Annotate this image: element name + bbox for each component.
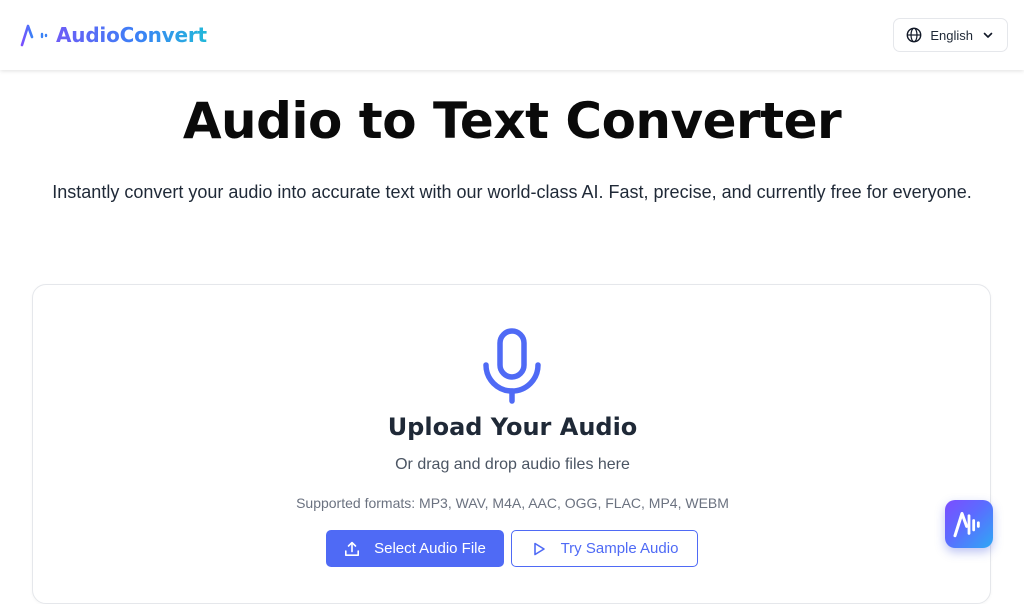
audio-waveform-logo-icon — [953, 511, 980, 538]
language-selector[interactable]: English — [893, 18, 1008, 52]
upload-dropzone[interactable]: Upload Your Audio Or drag and drop audio… — [32, 284, 991, 604]
page-subtitle: Instantly convert your audio into accura… — [52, 182, 972, 202]
select-audio-file-label: Select Audio File — [374, 540, 486, 557]
drag-drop-hint: Or drag and drop audio files here — [395, 456, 630, 473]
brand-home-link[interactable]: AudioConvert — [20, 23, 207, 47]
microphone-icon — [483, 328, 541, 404]
try-sample-audio-button[interactable]: Try Sample Audio — [511, 530, 698, 567]
globe-icon — [906, 27, 922, 43]
floating-app-button[interactable] — [945, 500, 993, 548]
play-icon — [533, 542, 545, 555]
select-audio-file-button[interactable]: Select Audio File — [326, 530, 504, 567]
brand-name: AudioConvert — [56, 23, 207, 47]
audio-waveform-logo-icon — [20, 24, 48, 47]
try-sample-audio-label: Try Sample Audio — [560, 540, 679, 557]
supported-formats: Supported formats: MP3, WAV, M4A, AAC, O… — [296, 495, 729, 511]
top-navigation-bar: AudioConvert English — [0, 0, 1024, 70]
upload-icon — [345, 541, 360, 556]
language-label: English — [930, 27, 973, 43]
chevron-down-icon — [983, 32, 993, 38]
upload-title: Upload Your Audio — [387, 413, 638, 441]
page-title: Audio to Text Converter — [182, 92, 842, 150]
